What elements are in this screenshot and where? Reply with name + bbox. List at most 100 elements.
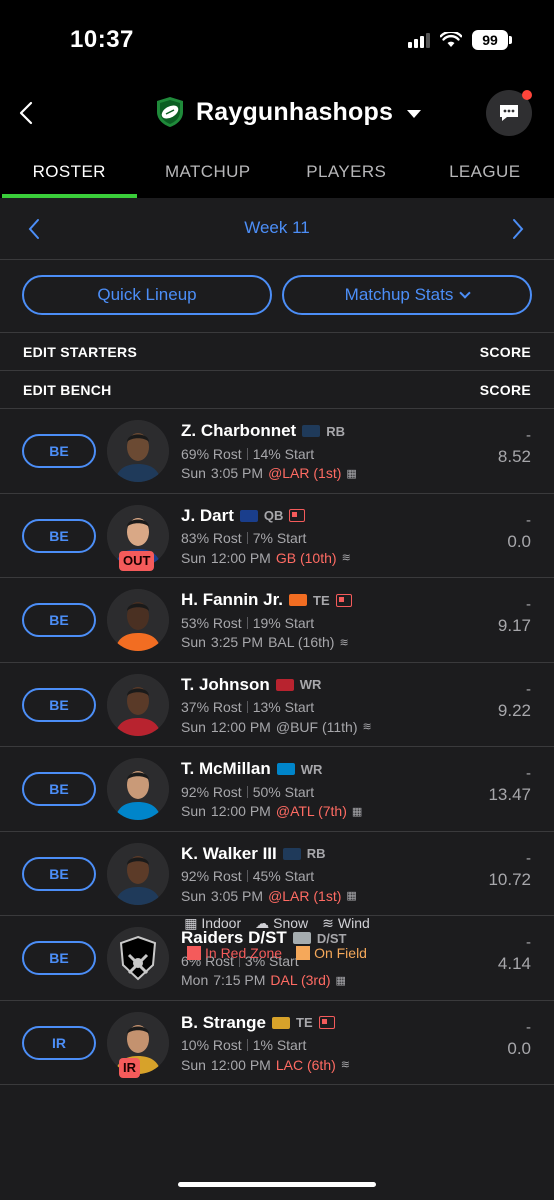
started-pct: 50% Start xyxy=(252,783,315,800)
edit-starters-row[interactable]: EDIT STARTERS SCORE xyxy=(0,333,554,371)
tab-roster[interactable]: ROSTER xyxy=(0,148,139,198)
team-logo-icon xyxy=(272,1016,291,1029)
game-time: 3:05 PM xyxy=(210,465,264,481)
player-avatar[interactable] xyxy=(107,420,169,482)
week-selector: Week 11 xyxy=(0,198,554,260)
divider xyxy=(246,870,248,882)
slot-button[interactable]: BE xyxy=(22,772,96,806)
edit-starters-label: EDIT STARTERS xyxy=(23,343,138,360)
started-pct: 13% Start xyxy=(252,699,315,715)
status-bar: 10:37 99 xyxy=(0,0,554,80)
player-info: Z. Charbonnet RB 69% Rost 14% Start Sun … xyxy=(181,420,357,483)
status-time: 10:37 xyxy=(70,26,134,53)
quick-lineup-button[interactable]: Quick Lineup xyxy=(22,275,272,315)
player-row[interactable]: BE K. Walker III RB 92% Rost 45% Start S… xyxy=(0,832,554,916)
started-pct: 7% Start xyxy=(252,530,307,546)
slot-button[interactable]: BE xyxy=(22,856,96,891)
player-info: T. McMillan WR 92% Rost 50% Start Sun 12… xyxy=(181,758,362,821)
player-row[interactable]: IR IR B. Strange TE 10% Rost 1% Start Su… xyxy=(0,1001,554,1085)
player-name[interactable]: Z. Charbonnet xyxy=(181,421,296,441)
score-column: - 0.0 xyxy=(507,512,531,552)
week-label[interactable]: Week 11 xyxy=(0,218,554,238)
score-column: - 13.47 xyxy=(488,765,531,805)
chevron-right-icon xyxy=(513,219,524,239)
player-avatar[interactable]: OUT xyxy=(107,504,169,571)
slot-button[interactable]: IR xyxy=(22,1025,96,1060)
team-logo-icon xyxy=(302,425,321,437)
player-avatar[interactable] xyxy=(107,589,169,651)
legend-on-field-label: On Field xyxy=(314,945,367,961)
matchup-stats-button[interactable]: Matchup Stats xyxy=(282,275,532,315)
score-column: - 9.17 xyxy=(498,596,531,636)
slot-button[interactable]: BE xyxy=(22,603,96,637)
chat-button[interactable] xyxy=(486,90,532,136)
player-info: J. Dart QB 83% Rost 7% Start Sun 12:00 P… xyxy=(181,505,351,568)
started-pct: 19% Start xyxy=(252,614,315,631)
player-row[interactable]: BE OUT J. Dart QB 83% Rost 7% Start Sun … xyxy=(0,494,554,578)
score-header: SCORE xyxy=(479,381,531,398)
player-position: WR xyxy=(299,677,322,692)
wind-icon: ≋ xyxy=(339,636,349,649)
news-icon[interactable] xyxy=(318,1016,335,1029)
opponent: DAL (3rd) xyxy=(270,972,331,988)
tab-players[interactable]: PLAYERS xyxy=(277,148,416,198)
opponent: LAC (6th) xyxy=(275,1056,336,1073)
legend-snow: ☁ Snow xyxy=(255,915,308,932)
player-name[interactable]: T. Johnson xyxy=(181,675,270,695)
home-indicator xyxy=(178,1182,376,1187)
rostered-pct: 92% Rost xyxy=(181,783,242,800)
matchup-stats-label: Matchup Stats xyxy=(344,285,454,304)
game-time: 12:00 PM xyxy=(210,803,271,819)
edit-bench-row[interactable]: EDIT BENCH SCORE xyxy=(0,371,554,409)
player-avatar[interactable]: IR xyxy=(107,1011,169,1078)
legend-wind: ≋ Wind xyxy=(322,915,370,932)
next-week-button[interactable] xyxy=(508,216,528,242)
player-headshot xyxy=(107,842,169,905)
indoor-icon: ▦ xyxy=(335,974,346,987)
news-icon[interactable] xyxy=(335,593,352,607)
score-header: SCORE xyxy=(479,343,531,360)
score-column: - 8.52 xyxy=(498,427,531,467)
on-field-swatch xyxy=(296,946,311,960)
edit-bench-label: EDIT BENCH xyxy=(23,381,112,398)
slot-button[interactable]: BE xyxy=(22,518,96,553)
player-name[interactable]: B. Strange xyxy=(181,1013,266,1033)
divider xyxy=(246,447,248,460)
projected-score: 13.47 xyxy=(488,785,531,804)
game-time: 3:25 PM xyxy=(210,634,264,650)
player-row[interactable]: BE T. Johnson WR 37% Rost 13% Start Sun … xyxy=(0,663,554,747)
wind-icon: ≋ xyxy=(322,914,334,931)
indoor-icon: ▦ xyxy=(346,467,357,480)
player-headshot xyxy=(107,673,169,736)
slot-button[interactable]: BE xyxy=(22,687,96,722)
player-info: K. Walker III RB 92% Rost 45% Start Sun … xyxy=(181,843,357,906)
player-name[interactable]: J. Dart xyxy=(181,506,234,526)
battery-icon: 99 xyxy=(472,30,512,50)
tab-matchup[interactable]: MATCHUP xyxy=(139,148,278,198)
team-logo-icon xyxy=(239,509,258,522)
divider xyxy=(246,616,248,629)
league-switcher[interactable]: Raygunhashops xyxy=(154,96,422,128)
player-position: QB xyxy=(263,508,284,523)
opponent: @ATL (7th) xyxy=(275,803,347,819)
player-row[interactable]: BE Z. Charbonnet RB 69% Rost 14% Start S… xyxy=(0,409,554,494)
legend-red-zone: In Red Zone xyxy=(187,945,282,961)
player-name[interactable]: H. Fannin Jr. xyxy=(181,590,283,610)
game-day: Sun xyxy=(181,803,206,819)
player-name[interactable]: T. McMillan xyxy=(181,759,271,779)
actual-score: - xyxy=(526,596,531,613)
player-avatar[interactable] xyxy=(107,842,169,905)
slot-button[interactable]: BE xyxy=(22,434,96,468)
player-avatar[interactable] xyxy=(107,758,169,820)
game-day: Sun xyxy=(181,465,206,481)
back-button[interactable] xyxy=(14,98,38,128)
player-row[interactable]: BE H. Fannin Jr. TE 53% Rost 19% Start S… xyxy=(0,578,554,663)
cellular-signal-icon xyxy=(408,32,430,48)
news-icon[interactable] xyxy=(289,509,306,522)
player-position: RB xyxy=(326,423,345,439)
player-name[interactable]: K. Walker III xyxy=(181,844,277,864)
player-row[interactable]: BE T. McMillan WR 92% Rost 50% Start Sun… xyxy=(0,747,554,832)
tab-league[interactable]: LEAGUE xyxy=(416,148,554,198)
player-avatar[interactable] xyxy=(107,673,169,736)
divider xyxy=(246,1039,248,1051)
